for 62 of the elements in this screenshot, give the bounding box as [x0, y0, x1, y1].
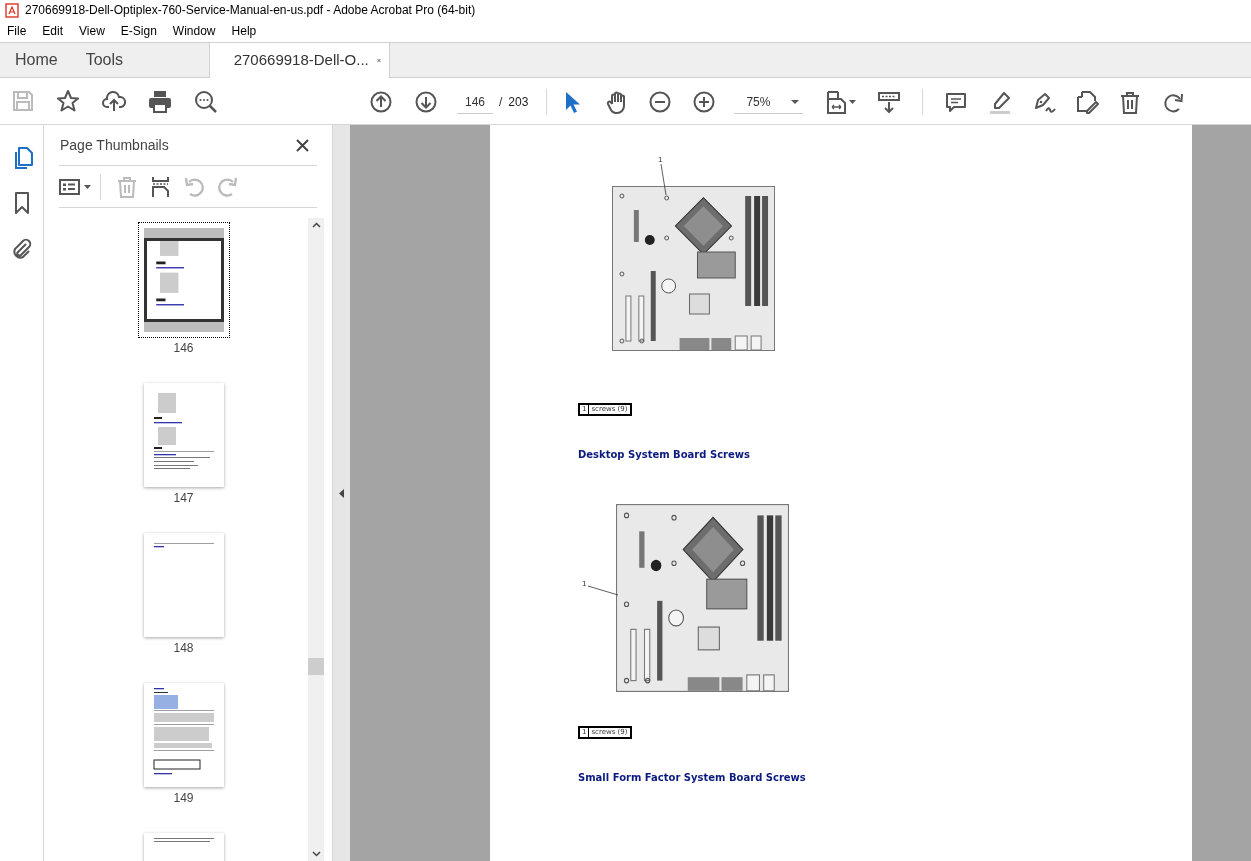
- menu-item[interactable]: View: [78, 22, 106, 40]
- callout-number: 1: [658, 155, 663, 164]
- page-separator: /: [499, 94, 503, 111]
- arrow-down-icon[interactable]: [415, 91, 437, 113]
- menu-item[interactable]: E-Sign: [119, 22, 158, 40]
- print-icon[interactable]: [148, 89, 172, 113]
- star-icon[interactable]: [56, 89, 80, 113]
- scroll-mode-icon[interactable]: [878, 91, 901, 113]
- hand-icon[interactable]: [606, 90, 628, 114]
- page-label: 148: [173, 640, 194, 657]
- collapse-handle[interactable]: [332, 125, 350, 861]
- zoom-in-icon[interactable]: [693, 91, 716, 113]
- trash-icon[interactable]: [1120, 90, 1141, 114]
- paperclip-icon[interactable]: [10, 237, 33, 259]
- search-icon[interactable]: [194, 89, 217, 113]
- panel-title: Page Thumbnails: [59, 135, 169, 155]
- scroll-down-icon[interactable]: [311, 851, 321, 857]
- document-tab[interactable]: 270669918-Dell-O...: [208, 43, 390, 78]
- figure-caption: Small Form Factor System Board Screws: [578, 771, 806, 785]
- leader-line: [661, 164, 666, 195]
- collapse-arrow-icon: [339, 488, 344, 498]
- scrollbar-thumb[interactable]: [308, 658, 324, 675]
- page-label: 149: [173, 790, 194, 807]
- menu-item[interactable]: Help: [230, 22, 258, 40]
- pdf-file-icon: [5, 2, 19, 18]
- upload-cloud-icon[interactable]: [102, 89, 126, 113]
- page-fit-icon[interactable]: [826, 90, 847, 114]
- insert-page-icon[interactable]: [151, 175, 170, 198]
- page-thumbnail[interactable]: [142, 532, 225, 638]
- page-thumbnail[interactable]: [142, 682, 225, 788]
- caret-icon: [791, 99, 800, 104]
- bookmark-icon[interactable]: [13, 192, 30, 214]
- edit-document-icon[interactable]: [1076, 90, 1100, 114]
- pen-sign-icon[interactable]: [1033, 91, 1057, 113]
- comment-icon[interactable]: [945, 91, 968, 113]
- page-count: 203: [508, 94, 529, 111]
- rotate-icon[interactable]: [1163, 91, 1185, 113]
- menu-item[interactable]: Window: [171, 22, 217, 40]
- page-thumbnail[interactable]: [137, 222, 230, 338]
- caret-icon: [849, 100, 857, 104]
- tab-label: 270669918-Dell-O...: [233, 50, 369, 71]
- caret-icon: [84, 184, 91, 189]
- leader-line: [588, 586, 618, 595]
- close-icon[interactable]: [296, 138, 309, 152]
- page-number-field[interactable]: 146: [457, 90, 493, 114]
- arrow-up-icon[interactable]: [370, 91, 392, 113]
- zoom-dropdown[interactable]: 75%: [734, 90, 804, 114]
- menu-item[interactable]: Edit: [41, 22, 65, 40]
- callout-number: 1: [582, 579, 587, 588]
- scroll-up-icon[interactable]: [311, 222, 321, 228]
- figure-caption: Desktop System Board Screws: [578, 448, 750, 462]
- page-thumbnail[interactable]: [142, 382, 225, 488]
- menu-item[interactable]: File: [6, 22, 28, 40]
- nav-tab[interactable]: Home: [0, 43, 73, 77]
- page-label: 146: [173, 340, 194, 357]
- page-label: 147: [173, 490, 194, 507]
- cursor-arrow-icon[interactable]: [563, 90, 582, 114]
- zoom-out-icon[interactable]: [649, 91, 672, 113]
- window-title: 270669918-Dell-Optiplex-760-Service-Manual-en-us.pdf - Adobe Acrobat Pro (64-bit): [25, 2, 476, 19]
- options-list-icon[interactable]: [59, 178, 80, 195]
- nav-tab[interactable]: Tools: [72, 43, 209, 77]
- highlighter-icon[interactable]: [989, 90, 1012, 114]
